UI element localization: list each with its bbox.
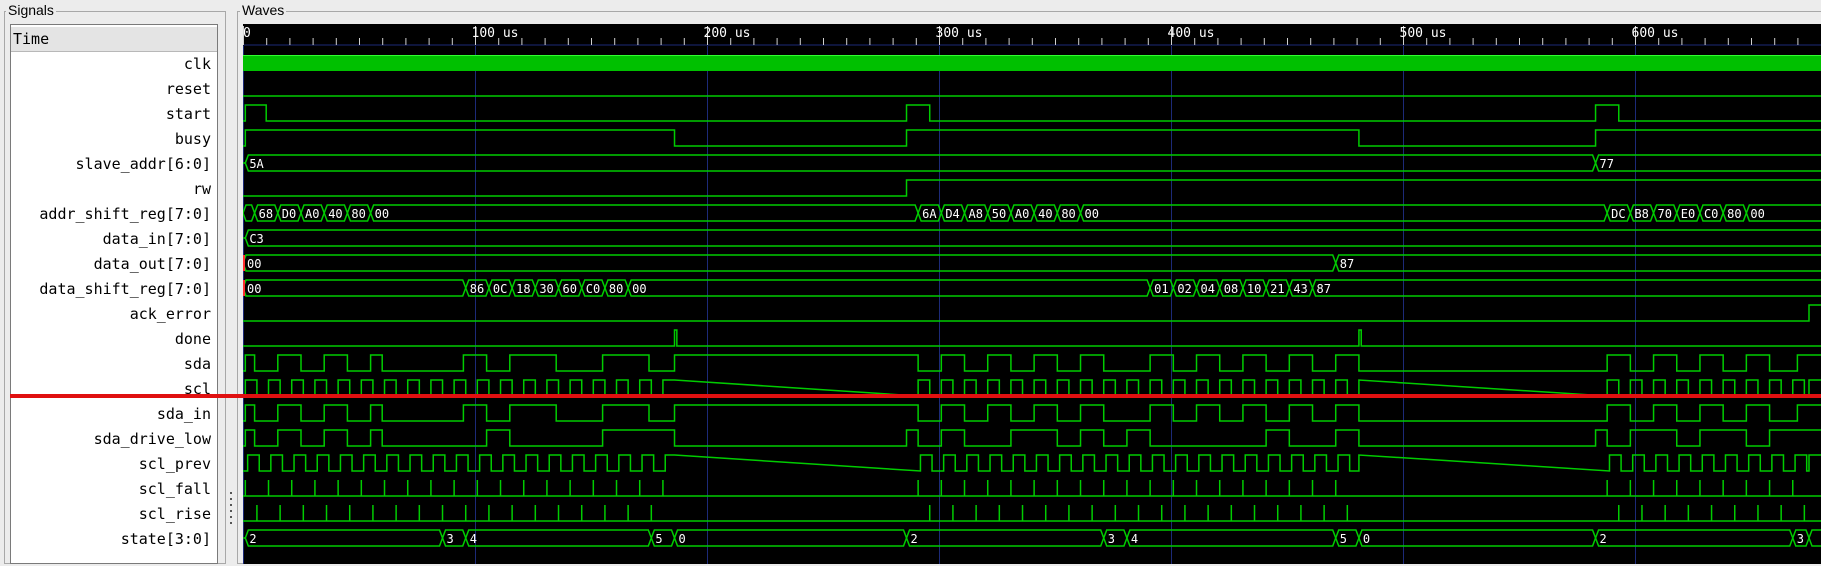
bus-value-label: 10 (1247, 282, 1261, 296)
bus-value-label: 0 (1363, 532, 1370, 546)
ruler-tick-label-major: 0 (243, 26, 251, 41)
signal-name-slave-addr-6-0[interactable]: slave_addr[6:0] (11, 152, 217, 177)
bus-value-label: 70 (1658, 207, 1672, 221)
bus-value-label: 87 (1317, 282, 1331, 296)
bus-value-label: 2 (911, 532, 918, 546)
signal-name-data-shift-reg-7-0[interactable]: data_shift_reg[7:0] (11, 277, 217, 302)
bus-value-label: 4 (1131, 532, 1138, 546)
bus-value-label: 21 (1270, 282, 1284, 296)
bus-value-label: C0 (1704, 207, 1718, 221)
bus-value-label: 30 (539, 282, 553, 296)
bus-value-label: 5 (1340, 532, 1347, 546)
signal-name-scl-fall[interactable]: scl_fall (11, 477, 217, 502)
bus-value-label: D4 (945, 207, 959, 221)
bus-value-label: 01 (1154, 282, 1168, 296)
bus-value-label: 0 (679, 532, 686, 546)
panel-splitter-handle[interactable] (228, 490, 234, 536)
bus-value-label: D0 (282, 207, 296, 221)
bus-value-label: 18 (516, 282, 530, 296)
bus-value-label: 00 (247, 282, 261, 296)
bus-value-label: 80 (351, 207, 365, 221)
bus-value-label: 0C (493, 282, 507, 296)
clock-dense-fill (243, 55, 1821, 71)
bus-value-label: 00 (247, 257, 261, 271)
signals-list[interactable]: Time clk reset start busy slave_addr[6:0] rw a… (10, 24, 218, 564)
bus-value-label: 00 (1085, 207, 1099, 221)
splitter-grip-dot (230, 516, 232, 518)
signal-name-clk[interactable]: clk (11, 52, 217, 77)
bus-value-label: 00 (632, 282, 646, 296)
splitter-grip-dot (230, 504, 232, 506)
ruler-tick-label-major: 600 us (1632, 26, 1679, 41)
time-ruler[interactable]: 0 100 us 200 us 300 us 400 us 500 us 600 us (243, 24, 1821, 46)
ruler-tick-label-major: 300 us (936, 26, 983, 41)
bus-value-label: E0 (1681, 207, 1695, 221)
bus-value-label: 5 (655, 532, 662, 546)
ruler-tick-label-major: 500 us (1400, 26, 1447, 41)
bus-value-label: 80 (1727, 207, 1741, 221)
bus-value-label: 80 (1061, 207, 1075, 221)
bus-value-label: 5A (249, 157, 264, 171)
signal-name-ack-error[interactable]: ack_error (11, 302, 217, 327)
bus-value-label: 40 (328, 207, 342, 221)
signal-name-scl[interactable]: scl (11, 377, 217, 402)
bus-value-label: B8 (1634, 207, 1648, 221)
bus-value-label: 2 (1600, 532, 1607, 546)
bus-value-label: 60 (563, 282, 577, 296)
waves-panel-label: Waves (240, 2, 287, 18)
bus-value-label: 86 (470, 282, 484, 296)
signal-name-done[interactable]: done (11, 327, 217, 352)
bus-value-label: 43 (1293, 282, 1307, 296)
signal-name-sda[interactable]: sda (11, 352, 217, 377)
wave-clk[interactable] (243, 55, 1821, 71)
signal-name-busy[interactable]: busy (11, 127, 217, 152)
bus-value-label: 2 (249, 532, 256, 546)
bus-value-label: 3 (447, 532, 454, 546)
signal-name-start[interactable]: start (11, 102, 217, 127)
signal-name-data-out-7-0[interactable]: data_out[7:0] (11, 252, 217, 277)
signal-name-sda-in[interactable]: sda_in (11, 402, 217, 427)
bus-value-label: 3 (1797, 532, 1804, 546)
signal-name-data-in-7-0[interactable]: data_in[7:0] (11, 227, 217, 252)
bus-value-label: C0 (586, 282, 600, 296)
signal-name-reset[interactable]: reset (11, 77, 217, 102)
bus-value-label: A8 (969, 207, 983, 221)
bus-value-label: 77 (1600, 157, 1614, 171)
ruler-tick-label-major: 200 us (704, 26, 751, 41)
bus-value-label: A0 (1015, 207, 1029, 221)
bus-value-label: DC (1611, 207, 1625, 221)
signals-panel-label: Signals (6, 2, 56, 18)
signal-name-sda-drive-low[interactable]: sda_drive_low (11, 427, 217, 452)
bus-value-label: 80 (609, 282, 623, 296)
waveform-canvas[interactable]: 0 100 us 200 us 300 us 400 us 500 us 600 us 5A… (243, 24, 1821, 564)
bus-value-label: 50 (992, 207, 1006, 221)
splitter-grip-dot (230, 498, 232, 500)
ruler-tick-label-major: 100 us (472, 26, 519, 41)
bus-value-label: 00 (375, 207, 389, 221)
bus-value-label: 00 (1750, 207, 1764, 221)
splitter-grip-dot (230, 492, 232, 494)
bus-value-label: 04 (1201, 282, 1215, 296)
time-header[interactable]: Time (11, 27, 217, 52)
splitter-grip-dot (230, 522, 232, 524)
signal-name-rw[interactable]: rw (11, 177, 217, 202)
signal-name-state-3-0[interactable]: state[3:0] (11, 527, 217, 552)
bus-value-label: 02 (1177, 282, 1191, 296)
splitter-grip-dot (230, 510, 232, 512)
bus-value-label: A0 (305, 207, 319, 221)
cursor-marker-line[interactable] (10, 394, 1821, 398)
bus-value-label: C3 (249, 232, 263, 246)
signal-name-scl-rise[interactable]: scl_rise (11, 502, 217, 527)
bus-value-label: 6A (922, 207, 937, 221)
ruler-tick-label-major: 400 us (1168, 26, 1215, 41)
signal-name-scl-prev[interactable]: scl_prev (11, 452, 217, 477)
bus-value-label: 87 (1340, 257, 1354, 271)
bus-value-label: 40 (1038, 207, 1052, 221)
signal-name-addr-shift-reg-7-0[interactable]: addr_shift_reg[7:0] (11, 202, 217, 227)
bus-value-label: 4 (470, 532, 477, 546)
bus-value-label: 68 (259, 207, 273, 221)
bus-value-label: 3 (1108, 532, 1115, 546)
bus-value-label: 08 (1224, 282, 1238, 296)
